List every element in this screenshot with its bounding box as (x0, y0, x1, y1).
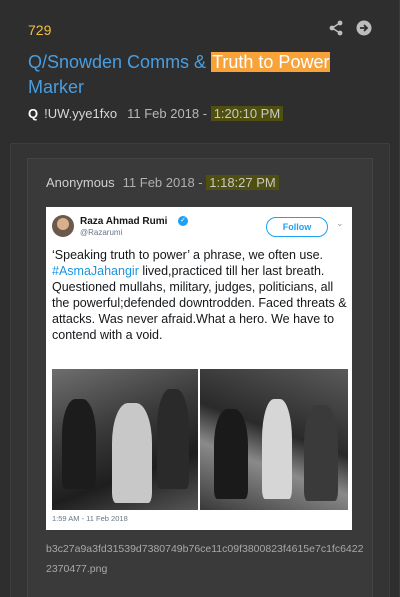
tweet-timestamp: 1:59 AM - 11 Feb 2018 (52, 514, 128, 523)
tweet-photo-left (52, 369, 198, 510)
reply-time: 1:18:27 PM (206, 175, 279, 190)
post-time: 1:20:10 PM (210, 106, 284, 121)
image-filename-link[interactable]: b3c27a9a3fd31539d7380749b76ce11c09f38008… (46, 539, 366, 579)
tweet-text: ‘Speaking truth to power’ a phrase, we o… (52, 247, 350, 343)
tweet-photo-right (200, 369, 348, 510)
reply-author: Anonymous (46, 175, 115, 190)
verified-icon: ✓ (178, 216, 188, 226)
tweet-handle: @Razarumi (80, 228, 123, 237)
quoted-post-panel: Anonymous 11 Feb 2018 - 1:18:27 PM Raza A… (10, 143, 390, 597)
follow-button: Follow (266, 217, 328, 237)
post-title-suffix: Marker (28, 77, 85, 97)
reply-date: 11 Feb 2018 - (122, 175, 207, 190)
arrow-right-circle-icon[interactable] (356, 20, 372, 36)
tripcode: !UW.yye1fxo (44, 106, 118, 121)
reply-meta: Anonymous 11 Feb 2018 - 1:18:27 PM (46, 175, 279, 190)
tweet-hashtag: #AsmaJahangir (52, 264, 139, 278)
tweet-text-before: ‘Speaking truth to power’ a phrase, we o… (52, 248, 323, 262)
avatar (52, 215, 74, 237)
post-header: 729 Q/Snowden Comms & Truth to Power Mark… (0, 0, 399, 140)
post-title[interactable]: Q/Snowden Comms & Truth to Power Marker (28, 50, 373, 100)
post-date: 11 Feb 2018 - (127, 106, 211, 121)
chevron-down-icon: ⌄ (336, 218, 344, 228)
tweet-author: Raza Ahmad Rumi (80, 216, 168, 227)
title-highlight: Truth to Power (211, 52, 331, 72)
reply-post: Anonymous 11 Feb 2018 - 1:18:27 PM Raza A… (27, 158, 373, 597)
post-meta: Q !UW.yye1fxo 11 Feb 2018 - 1:20:10 PM (28, 106, 284, 121)
post-number[interactable]: 729 (28, 22, 51, 38)
post: 729 Q/Snowden Comms & Truth to Power Mark… (0, 0, 400, 597)
share-icon[interactable] (328, 20, 344, 36)
post-title-prefix: Q/Snowden Comms & (28, 52, 212, 72)
tweet-image[interactable]: Raza Ahmad Rumi ✓ @Razarumi Follow ⌄ ‘Sp… (46, 207, 352, 530)
author-q: Q (28, 106, 39, 121)
